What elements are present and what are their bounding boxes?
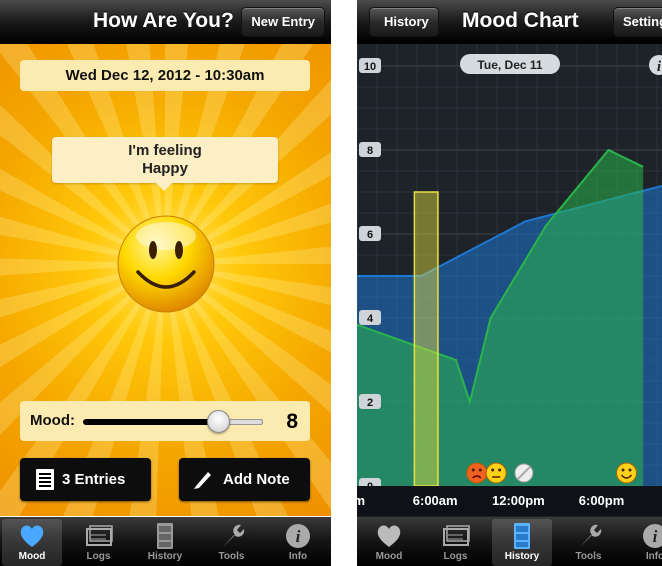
entry-datetime[interactable]: Wed Dec 12, 2012 - 10:30am	[20, 60, 310, 91]
settings-button[interactable]: Settings	[613, 7, 662, 37]
y-tick-label: 10	[364, 61, 376, 73]
pill-icon[interactable]	[514, 463, 534, 483]
info-icon: i	[286, 524, 310, 548]
mood-value: 8	[286, 410, 298, 433]
tab-logs[interactable]: Logs	[426, 519, 486, 566]
y-tick-label: 2	[367, 397, 373, 409]
tab-label: Info	[288, 551, 308, 562]
x-tick-label: 12:00pm	[492, 493, 545, 508]
smile-face-icon[interactable]	[616, 462, 637, 484]
back-history-button[interactable]: History	[369, 7, 439, 37]
tab-tools[interactable]: Tools	[559, 519, 619, 566]
mood-entry-screen: How Are You? New Entry Wed Dec 12, 2012 …	[0, 0, 331, 566]
mood-slider[interactable]	[83, 419, 263, 425]
heart-icon	[20, 525, 44, 547]
x-tick-label: 6:00pm	[579, 493, 625, 508]
svg-text:i: i	[296, 527, 301, 546]
entries-label: 3 Entries	[62, 471, 126, 488]
tab-mood[interactable]: Mood	[2, 519, 62, 566]
y-tick-label: 6	[367, 229, 373, 241]
mood-chart-screen: 02468100am6:00am12:00pm6:00pmTue, Dec 11…	[357, 0, 662, 566]
tab-label: History	[504, 551, 540, 562]
cabinet-icon	[514, 523, 530, 549]
feeling-bubble: I'm feeling Happy	[52, 137, 278, 191]
page-title: How Are You?	[93, 9, 234, 32]
tab-mood[interactable]: Mood	[359, 519, 419, 566]
x-tick-label: 6:00am	[413, 493, 458, 508]
mood-label: Mood:	[30, 412, 75, 429]
smiley-face-icon[interactable]	[116, 214, 216, 314]
mood-slider-thumb[interactable]	[207, 410, 230, 433]
mood-panel: Mood: 8	[20, 401, 310, 441]
entries-button[interactable]: 3 Entries	[20, 458, 151, 501]
wrench-icon	[222, 524, 244, 547]
feeling-value: Happy	[142, 160, 188, 177]
pencil-icon	[194, 472, 211, 489]
tab-bar: Mood Logs History Tools i Info	[0, 517, 331, 566]
cabinet-icon	[157, 523, 173, 549]
tab-label: History	[147, 551, 183, 562]
y-tick-label: 8	[367, 145, 373, 157]
nav-bar: How Are You? New Entry	[0, 0, 331, 44]
add-note-button[interactable]: Add Note	[179, 458, 310, 501]
tab-history[interactable]: History	[492, 519, 552, 566]
chart-title: Tue, Dec 11	[477, 58, 542, 72]
new-entry-button[interactable]: New Entry	[241, 7, 325, 37]
tab-label: Logs	[86, 551, 111, 562]
tab-tools[interactable]: Tools	[202, 519, 262, 566]
tab-bar: Mood Logs History Tools i Info	[357, 517, 662, 566]
feeling-label: I'm feeling	[128, 142, 202, 159]
mood-chart[interactable]: 02468100am6:00am12:00pm6:00pmTue, Dec 11…	[357, 44, 662, 516]
tab-label: Info	[645, 551, 662, 562]
info-icon: i	[643, 524, 662, 548]
nav-bar: History Mood Chart Settings	[357, 0, 662, 44]
page-title: Mood Chart	[462, 9, 579, 32]
list-icon	[36, 469, 54, 490]
svg-text:i: i	[653, 527, 658, 546]
tab-info[interactable]: i Info	[268, 519, 328, 566]
tab-label: Mood	[18, 551, 46, 562]
wrench-icon	[579, 524, 601, 547]
tab-label: Tools	[575, 551, 602, 562]
tab-label: Tools	[218, 551, 245, 562]
event-bar	[413, 191, 439, 487]
tab-label: Mood	[375, 551, 403, 562]
tab-label: Logs	[443, 551, 468, 562]
neutral-face-icon[interactable]	[485, 462, 507, 484]
tab-logs[interactable]: Logs	[69, 519, 129, 566]
x-tick-label: 0am	[357, 493, 365, 508]
angry-face-icon[interactable]	[466, 462, 488, 484]
logs-icon	[442, 525, 470, 546]
add-note-label: Add Note	[223, 471, 290, 488]
y-tick-label: 4	[367, 313, 374, 325]
tab-history[interactable]: History	[135, 519, 195, 566]
tab-info[interactable]: i Info	[625, 519, 662, 566]
heart-icon	[377, 525, 401, 547]
logs-icon	[85, 525, 113, 546]
